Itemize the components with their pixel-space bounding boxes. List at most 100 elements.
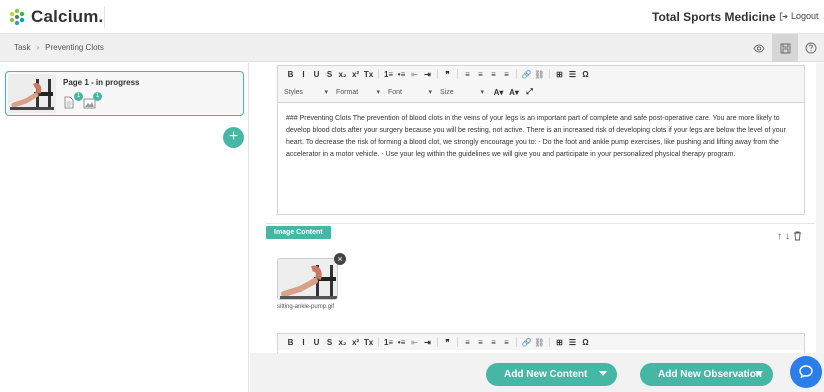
editor-toolbar: B I U Sx₂ x² Tx 1≡ •≡ ⇤ ⇥ ❞ ≡ ≡ ≡ ≡ 🔗 ⛓ ⊞ ☰ Ω — [278, 66, 804, 82]
format-select[interactable]: Format ▾ — [336, 88, 380, 97]
bold-button[interactable]: B — [284, 338, 297, 347]
text-editor: B I U Sx₂ x² Tx 1≡ •≡ ⇤ ⇥ ❞ ≡ ≡ ≡ ≡ 🔗 ⛓ ⊞ ☰ Ω Styles ▾ Forma… — [277, 65, 805, 215]
section-divider — [266, 223, 815, 224]
move-up-icon[interactable]: ↑ — [777, 231, 782, 242]
toolbar-separator — [516, 337, 517, 347]
size-select-label: Size — [440, 88, 454, 96]
horizontal-rule-button[interactable]: ☰ — [566, 70, 579, 79]
chevron-down-icon: ▾ — [480, 89, 484, 96]
toolbar-separator — [437, 337, 438, 347]
remove-format-button[interactable]: Tx — [362, 70, 375, 79]
breadcrumb: Task › Preventing Clots — [14, 43, 104, 52]
numbered-list-button[interactable]: 1≡ — [382, 338, 395, 347]
editor-body[interactable]: ### Preventing Clots The prevention of b… — [278, 103, 804, 171]
superscript-button[interactable]: x² — [349, 338, 362, 347]
special-char-button[interactable]: Ω — [579, 338, 592, 347]
outdent-button[interactable]: ⇤ — [408, 338, 421, 347]
logout-button[interactable]: Logout — [779, 11, 819, 21]
editor-toolbar-selects: Styles ▾ Format ▾ Font ▾ Size ▾ A▾ A▾ ⤢ — [278, 82, 804, 103]
breadcrumb-bar: Task › Preventing Clots — [0, 34, 824, 62]
breadcrumb-task[interactable]: Task — [14, 43, 30, 52]
main-scrollbar[interactable] — [816, 63, 824, 353]
trash-icon[interactable] — [793, 231, 802, 241]
add-new-content-button[interactable]: Add New Content — [486, 363, 617, 386]
indent-button[interactable]: ⇥ — [421, 338, 434, 347]
underline-button[interactable]: U — [310, 338, 323, 347]
toolbar-separator — [549, 69, 550, 79]
align-right-button[interactable]: ≡ — [487, 338, 500, 347]
caret-down-icon — [599, 371, 607, 376]
align-center-button[interactable]: ≡ — [474, 70, 487, 79]
bulleted-list-button[interactable]: •≡ — [395, 338, 408, 347]
image-count-badge: 1 — [93, 92, 102, 101]
page-card[interactable]: Page 1 - in progress 1 1 — [5, 71, 244, 116]
bottom-action-bar: Add New Content Add New Observation — [250, 353, 824, 392]
logout-label: Logout — [791, 11, 819, 21]
bulleted-list-button[interactable]: •≡ — [395, 70, 408, 79]
section-actions: ↑ ↓ — [777, 231, 802, 242]
text-color-button[interactable]: A▾ — [492, 88, 505, 97]
italic-button[interactable]: I — [297, 338, 310, 347]
bold-button[interactable]: B — [284, 70, 297, 79]
blockquote-button[interactable]: ❞ — [441, 338, 454, 347]
remove-image-button[interactable]: × — [334, 253, 346, 265]
align-left-button[interactable]: ≡ — [461, 338, 474, 347]
organization-name: Total Sports Medicine — [652, 10, 776, 24]
align-center-button[interactable]: ≡ — [474, 338, 487, 347]
outdent-button[interactable]: ⇤ — [408, 70, 421, 79]
strike-button[interactable]: S — [323, 70, 336, 79]
justify-button[interactable]: ≡ — [500, 338, 513, 347]
help-button[interactable] — [798, 34, 824, 62]
logo-text: Calcium. — [31, 7, 104, 26]
unlink-button[interactable]: ⛓ — [533, 70, 546, 79]
move-down-icon[interactable]: ↓ — [785, 231, 790, 242]
italic-button[interactable]: I — [297, 70, 310, 79]
subscript-button[interactable]: x₂ — [336, 338, 349, 347]
chat-support-button[interactable] — [790, 356, 822, 388]
remove-format-button[interactable]: Tx — [362, 338, 375, 347]
app-logo[interactable]: Calcium. — [8, 7, 103, 27]
table-button[interactable]: ⊞ — [553, 70, 566, 79]
justify-button[interactable]: ≡ — [500, 70, 513, 79]
image-content-tag: Image Content — [266, 226, 331, 239]
pages-sidebar: Page 1 - in progress 1 1 + — [0, 63, 249, 392]
special-char-button[interactable]: Ω — [579, 70, 592, 79]
image-content-icon: 1 — [83, 92, 102, 110]
top-header: Calcium. Total Sports Medicine Logout — [0, 0, 824, 34]
add-page-button[interactable]: + — [223, 127, 244, 148]
preview-button[interactable] — [746, 34, 772, 62]
indent-button[interactable]: ⇥ — [421, 70, 434, 79]
save-icon — [780, 43, 790, 53]
maximize-icon[interactable]: ⤢ — [523, 87, 536, 97]
align-left-button[interactable]: ≡ — [461, 70, 474, 79]
size-select[interactable]: Size ▾ — [440, 88, 484, 97]
save-button[interactable] — [772, 34, 798, 62]
add-new-content-label: Add New Content — [504, 369, 588, 380]
add-new-observation-button[interactable]: Add New Observation — [640, 363, 773, 386]
align-right-button[interactable]: ≡ — [487, 70, 500, 79]
chevron-down-icon: ▾ — [428, 89, 432, 96]
strike-button[interactable]: S — [323, 338, 336, 347]
subscript-button[interactable]: x₂ — [336, 70, 349, 79]
styles-select[interactable]: Styles ▾ — [284, 88, 328, 97]
font-select[interactable]: Font ▾ — [388, 88, 432, 97]
link-button[interactable]: 🔗 — [520, 70, 533, 79]
superscript-button[interactable]: x² — [349, 70, 362, 79]
horizontal-rule-button[interactable]: ☰ — [566, 338, 579, 347]
unlink-button[interactable]: ⛓ — [533, 338, 546, 347]
link-button[interactable]: 🔗 — [520, 338, 533, 347]
header-divider — [104, 6, 105, 28]
blockquote-button[interactable]: ❞ — [441, 70, 454, 79]
toolbar-separator — [516, 69, 517, 79]
page-content-icons: 1 1 — [64, 92, 102, 110]
numbered-list-button[interactable]: 1≡ — [382, 70, 395, 79]
toolbar-separator — [549, 337, 550, 347]
underline-button[interactable]: U — [310, 70, 323, 79]
breadcrumb-current: Preventing Clots — [45, 43, 104, 52]
table-button[interactable]: ⊞ — [553, 338, 566, 347]
toolbar-separator — [457, 337, 458, 347]
add-new-observation-label: Add New Observation — [658, 369, 762, 380]
uploaded-image[interactable] — [277, 258, 338, 300]
styles-select-label: Styles — [284, 88, 304, 96]
background-color-button[interactable]: A▾ — [505, 88, 523, 97]
